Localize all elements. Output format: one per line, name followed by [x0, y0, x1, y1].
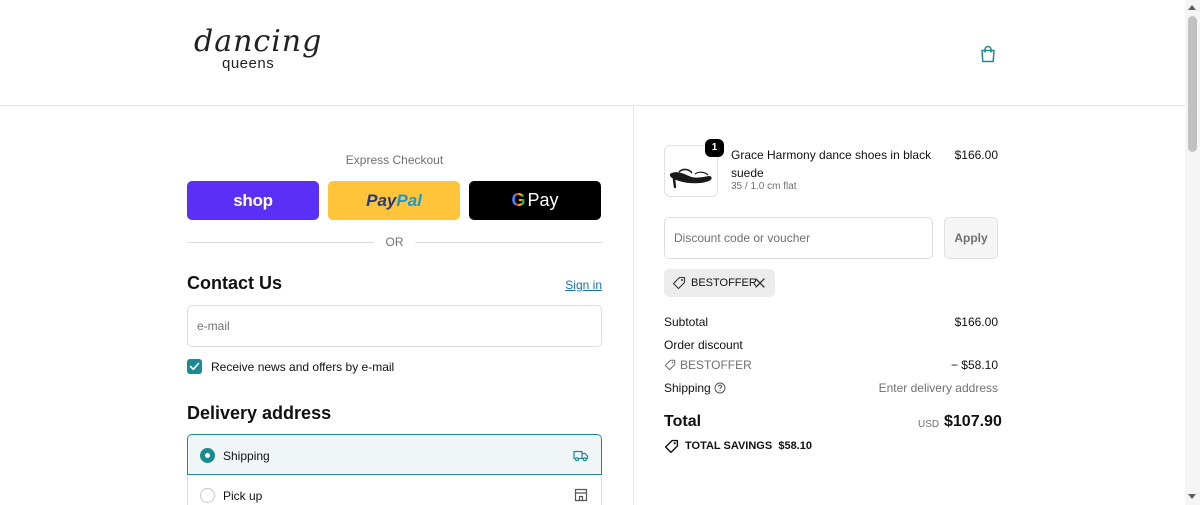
paypal-button[interactable]: Pay Pal	[328, 181, 460, 220]
or-divider: OR	[187, 234, 602, 250]
quantity-badge: 1	[705, 139, 724, 157]
truck-icon	[573, 447, 589, 463]
google-g-icon: G	[511, 190, 526, 210]
delivery-option-label: Shipping	[223, 449, 270, 463]
discount-value: − $58.10	[950, 358, 998, 372]
product-price: $166.00	[954, 148, 998, 162]
remove-discount-icon[interactable]	[753, 276, 767, 293]
savings-tag-icon	[664, 439, 679, 454]
apply-discount-button[interactable]: Apply	[944, 217, 998, 259]
savings-label: TOTAL SAVINGS	[685, 440, 773, 452]
or-label: OR	[385, 235, 404, 249]
scroll-down-arrow-icon[interactable]	[1188, 494, 1196, 499]
newsletter-label: Receive news and offers by e-mail	[211, 360, 395, 374]
store-icon	[573, 487, 589, 503]
shipping-radio[interactable]	[200, 448, 215, 463]
total-currency: USD	[918, 419, 940, 430]
subtotal-value: $166.00	[954, 315, 998, 329]
subtotal-label: Subtotal	[664, 315, 709, 329]
applied-discount-chip: BESTOFFER	[664, 269, 775, 297]
order-discount-label: Order discount	[664, 338, 743, 352]
shopping-bag-icon[interactable]	[978, 44, 998, 64]
paypal-label-pal: Pal	[396, 190, 422, 210]
pickup-radio[interactable]	[200, 488, 215, 503]
order-discount-row: Order discount	[664, 338, 998, 352]
total-label: Total	[664, 413, 702, 430]
checkout-form-panel: Express Checkout shop Pay Pal G Pay OR Con…	[0, 106, 634, 505]
shop-pay-label: shop	[233, 190, 273, 210]
delivery-option-shipping[interactable]: Shipping	[187, 434, 602, 475]
applied-discount-code: BESTOFFER	[691, 277, 757, 289]
shop-pay-button[interactable]: shop	[187, 181, 319, 220]
page-scrollbar[interactable]	[1185, 0, 1200, 505]
savings-value: $58.10	[778, 440, 812, 452]
help-icon[interactable]	[714, 382, 726, 397]
paypal-label-pay: Pay	[366, 190, 397, 210]
product-variant: 35 / 1.0 cm flat	[731, 181, 797, 192]
logo-sub-text: queens	[222, 55, 275, 72]
express-checkout-title: Express Checkout	[345, 153, 444, 167]
shipping-value: Enter delivery address	[878, 381, 998, 395]
google-pay-button[interactable]: G Pay	[469, 181, 601, 220]
newsletter-checkbox[interactable]	[187, 359, 202, 374]
product-name: Grace Harmony dance shoes in black suede	[731, 148, 932, 180]
scrollbar-thumb[interactable]	[1188, 16, 1197, 152]
discount-code-label: BESTOFFER	[680, 358, 752, 372]
discount-code-input[interactable]	[664, 217, 933, 259]
brand-logo[interactable]: dancing queens	[194, 24, 321, 80]
email-field[interactable]	[187, 305, 602, 347]
scroll-up-arrow-icon[interactable]	[1188, 5, 1196, 10]
delivery-title: Delivery address	[187, 403, 332, 423]
google-pay-label: Pay	[527, 190, 559, 210]
delivery-option-label: Pick up	[223, 489, 263, 503]
site-header: dancing queens	[0, 0, 1185, 106]
shipping-label: Shipping	[664, 381, 711, 395]
shipping-row: Shipping Enter delivery address	[664, 381, 998, 395]
total-value: $107.90	[944, 413, 1002, 430]
subtotal-row: Subtotal $166.00	[664, 315, 998, 329]
tag-icon	[664, 359, 676, 374]
contact-title: Contact Us	[187, 273, 283, 293]
sign-in-link[interactable]: Sign in	[560, 278, 602, 292]
tag-icon	[672, 276, 686, 293]
delivery-option-pickup[interactable]: Pick up	[187, 475, 602, 505]
checkmark-icon	[189, 362, 200, 371]
